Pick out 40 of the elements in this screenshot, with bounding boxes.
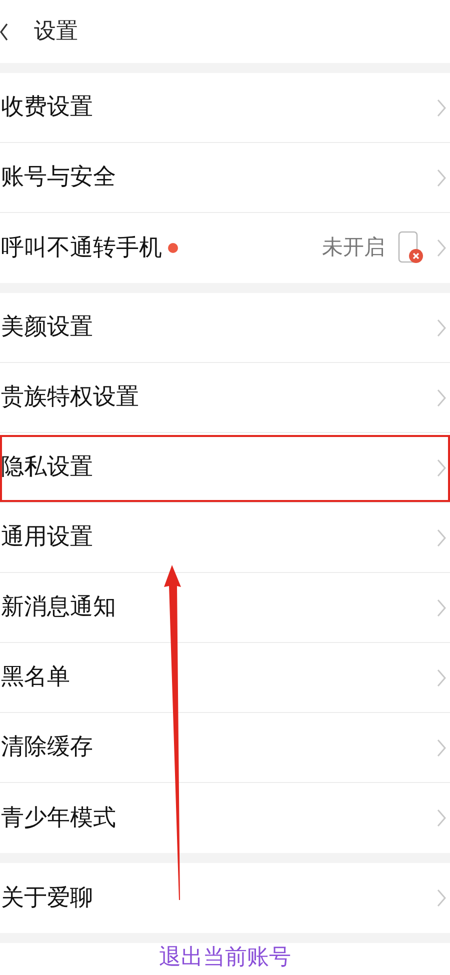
- chevron-right-icon: [437, 889, 446, 907]
- chevron-right-icon: [437, 528, 446, 546]
- row-label: 通用设置: [1, 523, 93, 552]
- chevron-right-icon: [437, 168, 446, 186]
- row-label: 黑名单: [1, 663, 70, 692]
- settings-row[interactable]: 关于爱聊: [0, 863, 450, 933]
- row-label: 关于爱聊: [1, 884, 93, 913]
- settings-row[interactable]: 隐私设置: [0, 433, 450, 503]
- chevron-right-icon: [437, 458, 446, 476]
- row-label: 贵族特权设置: [1, 383, 139, 412]
- chevron-right-icon: [437, 318, 446, 336]
- settings-row[interactable]: 新消息通知: [0, 573, 450, 643]
- row-label: 美颜设置: [1, 313, 93, 342]
- settings-row[interactable]: 呼叫不通转手机 未开启: [0, 213, 450, 283]
- settings-row[interactable]: 通用设置: [0, 503, 450, 573]
- settings-row[interactable]: 黑名单: [0, 643, 450, 713]
- chevron-right-icon: [437, 598, 446, 616]
- row-label: 隐私设置: [1, 453, 93, 482]
- row-label: 收费设置: [1, 93, 93, 122]
- settings-row[interactable]: 青少年模式: [0, 783, 450, 853]
- back-icon[interactable]: [0, 22, 8, 40]
- chevron-right-icon: [437, 668, 446, 686]
- settings-row[interactable]: 贵族特权设置: [0, 363, 450, 433]
- chevron-right-icon: [437, 98, 446, 116]
- row-label: 新消息通知: [1, 593, 116, 622]
- row-label: 清除缓存: [1, 733, 93, 762]
- chevron-right-icon: [437, 239, 446, 257]
- settings-row[interactable]: 清除缓存: [0, 713, 450, 783]
- chevron-right-icon: [437, 809, 446, 827]
- settings-row[interactable]: 账号与安全: [0, 143, 450, 213]
- chevron-right-icon: [437, 738, 446, 756]
- phone-off-icon: [397, 231, 425, 265]
- row-label: 账号与安全: [1, 163, 116, 192]
- row-label: 呼叫不通转手机: [1, 234, 162, 263]
- settings-row[interactable]: 美颜设置: [0, 293, 450, 363]
- row-label: 青少年模式: [1, 804, 116, 833]
- chevron-right-icon: [437, 388, 446, 406]
- page-title: 设置: [34, 18, 78, 46]
- settings-row[interactable]: 收费设置: [0, 73, 450, 143]
- row-value: 未开启: [322, 234, 385, 262]
